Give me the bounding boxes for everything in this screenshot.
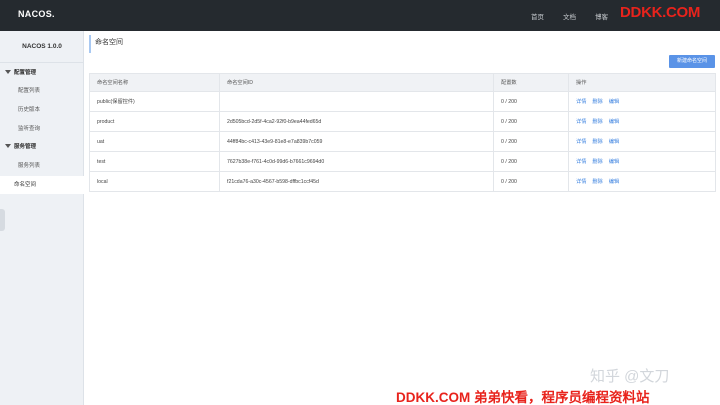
nav-blog[interactable]: 博客 (595, 11, 608, 21)
cell-actions: 详情 删除 编辑 (568, 151, 716, 172)
watermark-zhihu: 知乎 @文刀 (590, 368, 670, 385)
sidebar-group-config[interactable]: 配置管理 (0, 64, 84, 82)
edit-link[interactable]: 编辑 (609, 119, 619, 125)
delete-link[interactable]: 删除 (592, 119, 602, 125)
sidebar-item-service-list[interactable]: 服务列表 (0, 157, 84, 175)
main-content: 命名空间 新建命名空间 命名空间名称 命名空间ID 配置数 操作 public(… (84, 31, 720, 405)
new-namespace-button[interactable]: 新建命名空间 (669, 55, 715, 68)
edit-link[interactable]: 编辑 (609, 139, 619, 145)
details-link[interactable]: 详情 (576, 139, 586, 145)
cell-id: 7627b38e-f761-4c0d-99d6-b7661c9694d0 (219, 151, 494, 172)
cell-id: 44ff84bc-c413-43e9-81e8-e7a839b7c059 (219, 131, 494, 152)
edit-link[interactable]: 编辑 (609, 159, 619, 165)
sidebar-group-label: 配置管理 (14, 70, 37, 76)
col-header-name: 命名空间名称 (89, 73, 220, 92)
cell-name: test (89, 151, 220, 172)
table-row: public(保留控件) 0 / 200 详情 删除 编辑 (89, 91, 716, 112)
nav-docs[interactable]: 文档 (563, 11, 576, 21)
cell-actions: 详情 删除 编辑 (568, 131, 716, 152)
caret-down-icon (5, 70, 11, 74)
cell-name: uat (89, 131, 220, 152)
sidebar-group-service[interactable]: 服务管理 (0, 138, 84, 156)
page-title: 命名空间 (89, 35, 123, 53)
sidebar-item-history[interactable]: 历史版本 (0, 101, 84, 119)
details-link[interactable]: 详情 (576, 159, 586, 165)
top-navbar: NACOS. 首页 文档 博客 DDKK.COM (0, 0, 720, 31)
delete-link[interactable]: 删除 (592, 179, 602, 185)
col-header-id: 命名空间ID (219, 73, 494, 92)
watermark-top: DDKK.COM (620, 4, 701, 21)
edit-link[interactable]: 编辑 (609, 179, 619, 185)
table-row: test 7627b38e-f761-4c0d-99d6-b7661c9694d… (89, 151, 716, 172)
version-label: NACOS 1.0.0 (0, 31, 84, 63)
cell-name: local (89, 171, 220, 192)
table-row: uat 44ff84bc-c413-43e9-81e8-e7a839b7c059… (89, 131, 716, 152)
cell-id: f21cda76-a30c-4567-b598-dffbc1ccf45d (219, 171, 494, 192)
table-header-row: 命名空间名称 命名空间ID 配置数 操作 (89, 73, 716, 92)
sidebar-item-config-list[interactable]: 配置列表 (0, 82, 84, 100)
cell-name: public(保留控件) (89, 91, 220, 112)
sidebar-group-label: 服务管理 (14, 144, 37, 150)
table-row: product 2d505bcd-2d5f-4ca2-92f0-b9ea44fe… (89, 111, 716, 132)
sidebar-item-namespace[interactable]: 命名空间 (0, 176, 84, 194)
namespace-table: 命名空间名称 命名空间ID 配置数 操作 public(保留控件) 0 / 20… (89, 73, 716, 192)
caret-down-icon (5, 144, 11, 148)
cell-count: 0 / 200 (493, 131, 569, 152)
cell-actions: 详情 删除 编辑 (568, 91, 716, 112)
delete-link[interactable]: 删除 (592, 139, 602, 145)
sidebar-collapse-handle[interactable] (0, 209, 5, 231)
details-link[interactable]: 详情 (576, 119, 586, 125)
cell-id (219, 91, 494, 112)
cell-count: 0 / 200 (493, 91, 569, 112)
watermark-bottom: DDKK.COM 弟弟快看，程序员编程资料站 (396, 390, 650, 405)
col-header-count: 配置数 (493, 73, 569, 92)
cell-id: 2d505bcd-2d5f-4ca2-92f0-b9ea44fed65d (219, 111, 494, 132)
details-link[interactable]: 详情 (576, 99, 586, 105)
cell-name: product (89, 111, 220, 132)
col-header-actions: 操作 (568, 73, 716, 92)
nacos-logo[interactable]: NACOS. (18, 9, 55, 19)
sidebar: NACOS 1.0.0 配置管理 配置列表 历史版本 监听查询 服务管理 服务列… (0, 31, 84, 405)
delete-link[interactable]: 删除 (592, 159, 602, 165)
edit-link[interactable]: 编辑 (609, 99, 619, 105)
nav-home[interactable]: 首页 (531, 11, 544, 21)
table-row: local f21cda76-a30c-4567-b598-dffbc1ccf4… (89, 171, 716, 192)
cell-count: 0 / 200 (493, 171, 569, 192)
details-link[interactable]: 详情 (576, 179, 586, 185)
sidebar-item-listener[interactable]: 监听查询 (0, 120, 84, 138)
cell-actions: 详情 删除 编辑 (568, 171, 716, 192)
cell-count: 0 / 200 (493, 151, 569, 172)
delete-link[interactable]: 删除 (592, 99, 602, 105)
cell-actions: 详情 删除 编辑 (568, 111, 716, 132)
cell-count: 0 / 200 (493, 111, 569, 132)
